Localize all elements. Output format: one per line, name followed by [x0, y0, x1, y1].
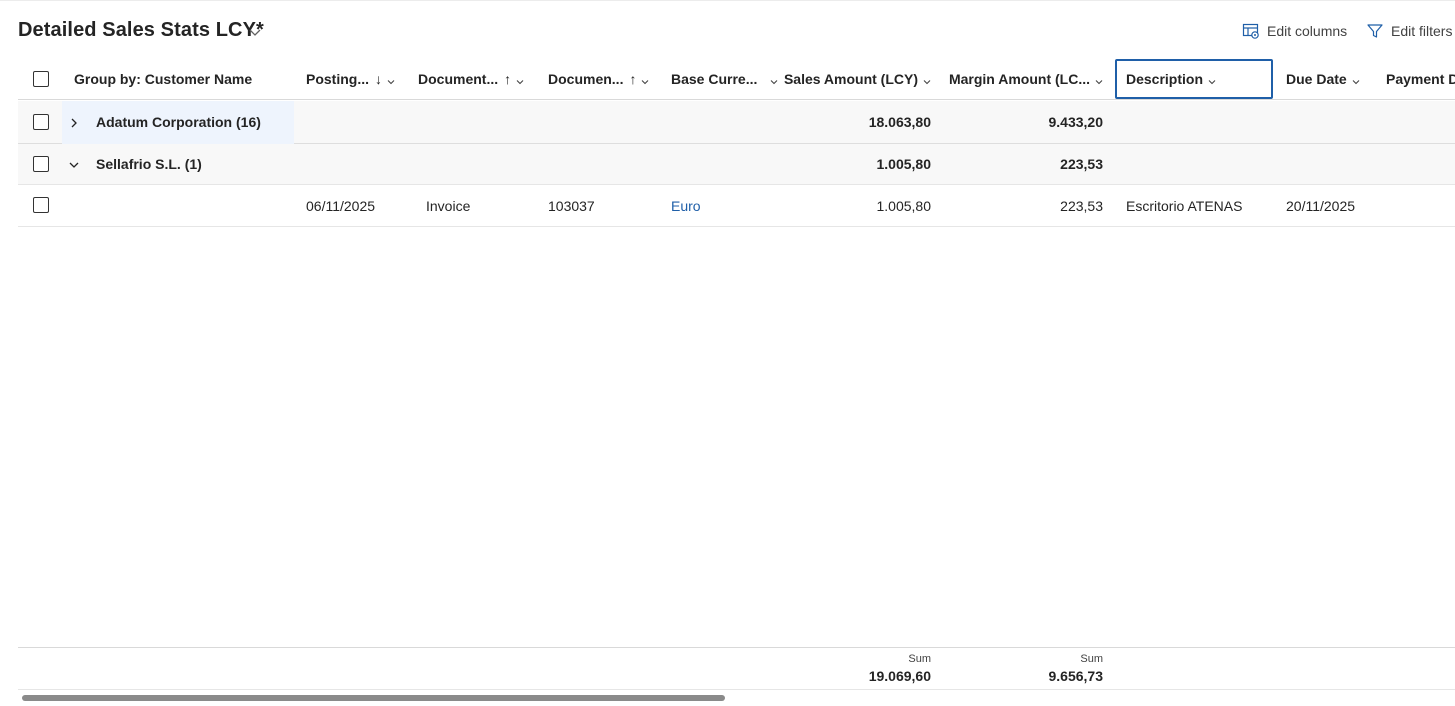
group-margin-amount: 223,53 [1060, 156, 1103, 172]
header-due-date[interactable]: Due Date [1286, 58, 1361, 100]
grid-footer-totals: Sum 19.069,60 Sum 9.656,73 [18, 647, 1455, 690]
row-checkbox[interactable] [33, 114, 49, 130]
document-type-cell: Invoice [426, 197, 471, 214]
header-posting-date[interactable]: Posting... ↓ [306, 58, 396, 100]
chevron-right-icon[interactable] [68, 116, 80, 128]
table-row[interactable]: 06/11/2025 Invoice 103037 Euro 1.005,80 … [18, 185, 1455, 227]
sort-descending-icon: ↓ [375, 71, 382, 87]
header-sales-amount[interactable]: Sales Amount (LCY) [778, 58, 932, 100]
header-description[interactable]: Description [1115, 59, 1273, 99]
chevron-down-icon [515, 74, 525, 85]
group-row[interactable]: Sellafrio S.L. (1) 1.005,80 223,53 [18, 144, 1455, 185]
due-date-cell: 20/11/2025 [1286, 197, 1356, 214]
chevron-down-icon[interactable] [247, 24, 263, 40]
sum-label: Sum [908, 653, 931, 665]
group-row[interactable]: Adatum Corporation (16) 18.063,80 9.433,… [18, 101, 1455, 144]
sort-ascending-icon: ↑ [629, 71, 637, 87]
chevron-down-icon [640, 74, 650, 85]
chevron-down-icon [922, 74, 932, 85]
header-document-type[interactable]: Document... ↑ [418, 58, 525, 100]
filter-icon [1366, 22, 1384, 40]
chevron-down-icon [386, 74, 396, 85]
title-bar: Detailed Sales Stats LCY* Edit columns E… [0, 0, 1455, 58]
chevron-down-icon[interactable] [68, 158, 80, 170]
edit-filters-button[interactable]: Edit filters [1366, 20, 1452, 42]
header-margin-amount[interactable]: Margin Amount (LC... [938, 58, 1104, 100]
edit-columns-label: Edit columns [1267, 23, 1348, 39]
table-settings-icon [1242, 22, 1260, 40]
sum-value: 9.656,73 [1048, 668, 1104, 684]
edit-filters-label: Edit filters [1391, 23, 1453, 39]
sales-amount-cell: 1.005,80 [876, 197, 932, 214]
sum-label: Sum [1080, 653, 1103, 665]
group-name: Sellafrio S.L. (1) [96, 156, 202, 172]
group-sales-amount: 1.005,80 [876, 156, 932, 172]
horizontal-scrollbar-thumb[interactable] [22, 695, 725, 701]
sum-value: 19.069,60 [868, 668, 931, 684]
header-payment[interactable]: Payment D [1386, 58, 1455, 100]
row-checkbox[interactable] [33, 156, 49, 172]
sales-amount-sum: Sum 19.069,60 [778, 652, 931, 685]
description-cell: Escritorio ATENAS [1126, 197, 1243, 214]
chevron-down-icon [1207, 74, 1217, 85]
header-document-no[interactable]: Documen... ↑ [548, 58, 650, 100]
header-base-currency[interactable]: Base Curre... [671, 58, 779, 100]
select-all-checkbox[interactable] [33, 71, 49, 87]
group-sales-amount: 18.063,80 [868, 114, 931, 130]
row-checkbox[interactable] [33, 197, 49, 213]
margin-amount-cell: 223,53 [1060, 197, 1103, 214]
chevron-down-icon [1351, 74, 1361, 85]
sort-ascending-icon: ↑ [504, 71, 512, 87]
margin-amount-sum: Sum 9.656,73 [938, 652, 1104, 685]
group-name: Adatum Corporation (16) [96, 114, 261, 130]
posting-date-cell: 06/11/2025 [306, 197, 376, 214]
group-margin-amount: 9.433,20 [1048, 114, 1104, 130]
base-currency-link[interactable]: Euro [671, 185, 701, 226]
document-no-cell: 103037 [548, 197, 595, 214]
edit-columns-button[interactable]: Edit columns [1242, 20, 1347, 42]
page-title: Detailed Sales Stats LCY* [18, 19, 264, 41]
chevron-down-icon [1094, 74, 1104, 85]
header-group-by[interactable]: Group by: Customer Name [74, 58, 252, 100]
grid-header-row: Group by: Customer Name Posting... ↓ Doc… [18, 58, 1455, 100]
